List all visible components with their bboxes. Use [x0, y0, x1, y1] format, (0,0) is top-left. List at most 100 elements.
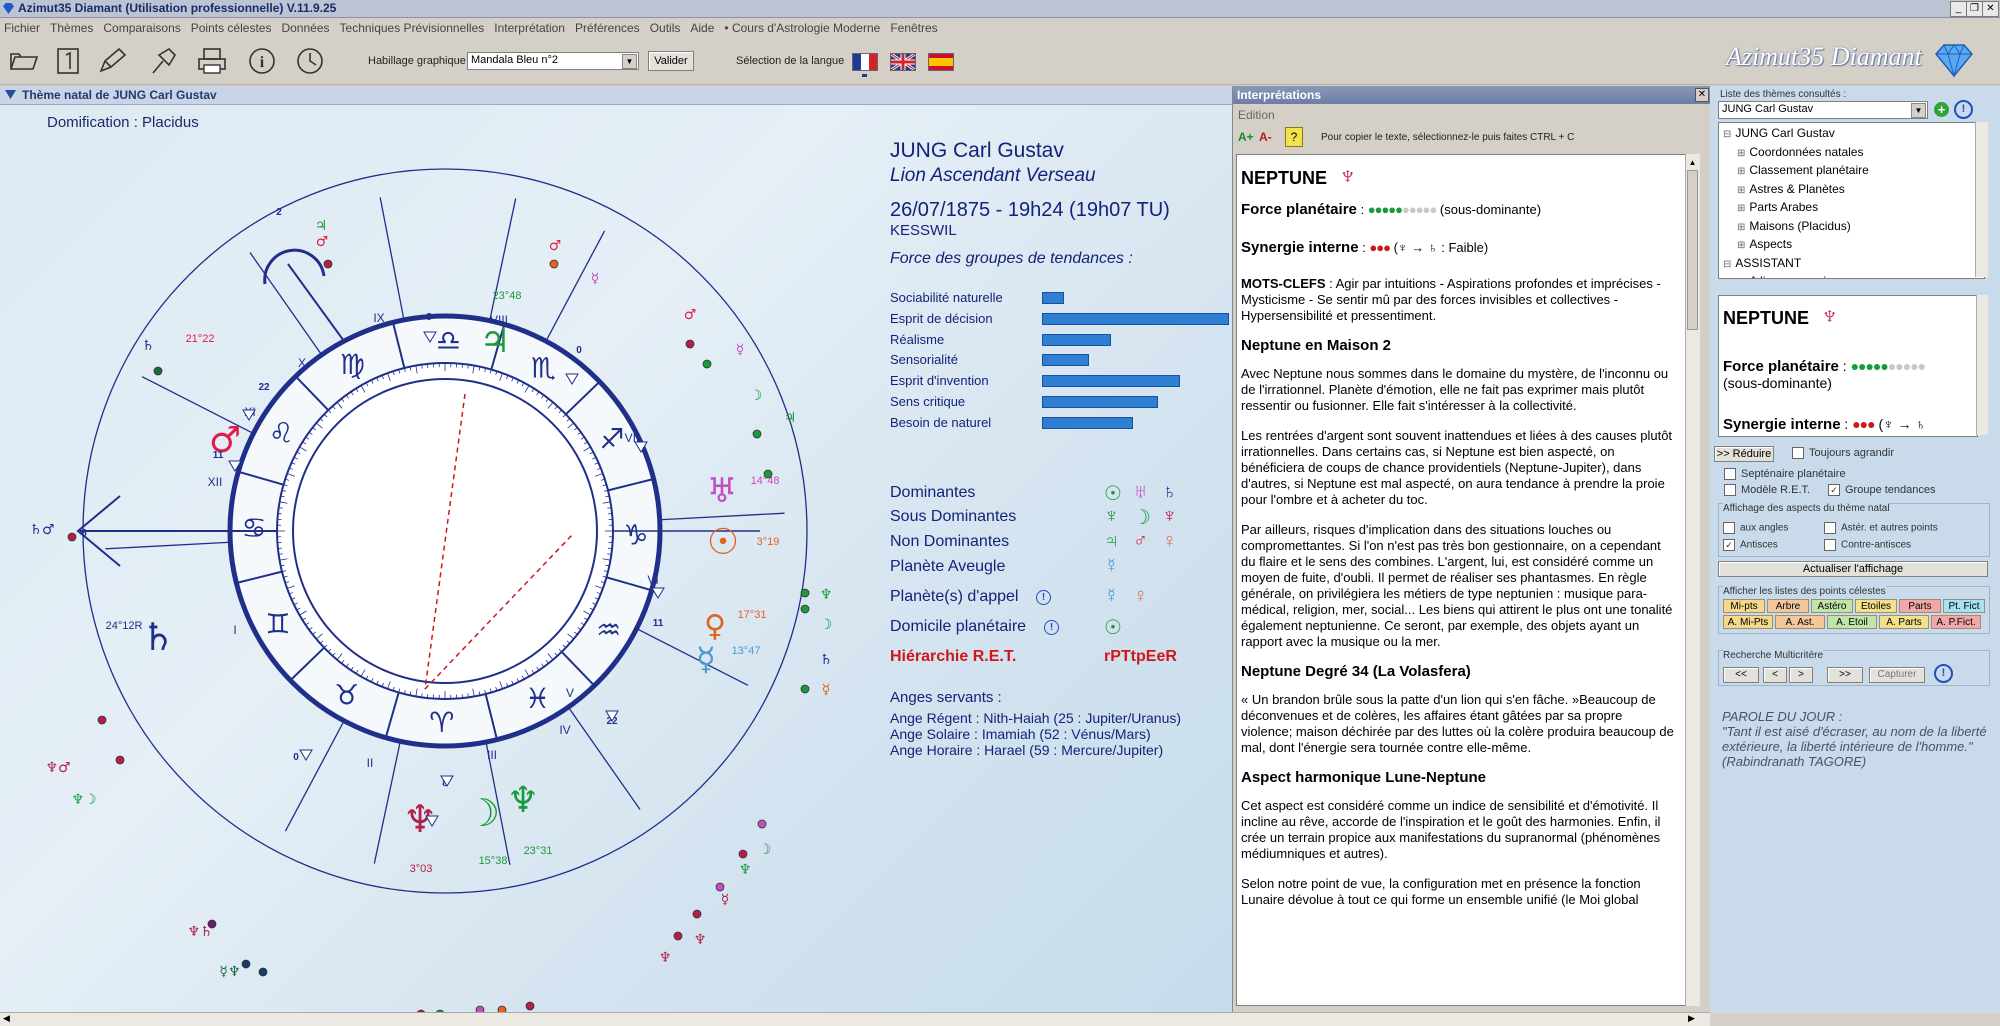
close-panel-icon[interactable]: ✕ — [1695, 88, 1709, 102]
valider-button[interactable]: Valider — [648, 51, 694, 71]
celestial-point-icon: ☿ — [736, 342, 745, 358]
septenaire-option[interactable]: Septénaire planétaire — [1724, 468, 1846, 480]
tree-item[interactable]: ⊞A lire en premier — [1723, 273, 1980, 279]
menu-themes[interactable]: Thèmes — [46, 18, 99, 37]
septenaire-checkbox[interactable] — [1724, 468, 1736, 480]
expand-node-icon[interactable]: ⊞ — [1737, 203, 1745, 214]
groupe-tendances-option[interactable]: ✓Groupe tendances — [1828, 484, 1936, 496]
aster-checkbox[interactable] — [1824, 522, 1836, 534]
help-icon[interactable]: ? — [1285, 127, 1303, 147]
flag-france-icon[interactable] — [852, 53, 878, 71]
menu-interpretation[interactable]: Interprétation — [490, 18, 571, 37]
reduire-button[interactable]: >> Réduire — [1714, 446, 1774, 462]
horizontal-scrollbar[interactable]: ◀ ▶ — [0, 1012, 1710, 1026]
menu-aide[interactable]: Aide — [686, 18, 720, 37]
flag-spain-icon[interactable] — [928, 53, 954, 71]
tree-scrollbar[interactable] — [1975, 122, 1988, 277]
collapse-node-icon[interactable]: ⊟ — [1723, 129, 1731, 140]
celestial-list-button[interactable]: Mi-pts — [1723, 599, 1765, 613]
font-increase-button[interactable]: A+ — [1238, 130, 1254, 144]
print-icon[interactable] — [196, 46, 228, 76]
aux-angles-checkbox[interactable] — [1723, 522, 1735, 534]
celestial-list-button[interactable]: A. P.Fict. — [1931, 615, 1981, 629]
open-folder-icon[interactable] — [8, 46, 40, 76]
tools-icon[interactable] — [148, 46, 180, 76]
edition-menu[interactable]: Edition — [1238, 108, 1275, 122]
groupe-tendances-checkbox[interactable]: ✓ — [1828, 484, 1840, 496]
aux-angles-option[interactable]: aux angles — [1723, 522, 1788, 534]
toujours-agrandir-option[interactable]: Toujours agrandir — [1792, 447, 1894, 459]
tree-item[interactable]: ⊟JUNG Carl Gustav — [1723, 125, 1980, 144]
close-icon[interactable]: ✕ — [1982, 1, 1999, 17]
celestial-list-button[interactable]: Parts — [1899, 599, 1941, 613]
menu-techniques[interactable]: Techniques Prévisionnelles — [336, 18, 491, 37]
astrological-wheel[interactable]: ♎♍♌♋♊♉♈♓♒♑♐♏IXVIIIXXIXIIVIIVIVIIIIIIIV♃♂… — [0, 104, 870, 1013]
aster-option[interactable]: Astér. et autres points — [1824, 522, 1938, 534]
celestial-list-button[interactable]: Pt. Fict — [1943, 599, 1985, 613]
mini-scrollbar[interactable] — [1976, 295, 1988, 435]
interp-scroll-thumb[interactable] — [1687, 170, 1698, 330]
info-theme-icon[interactable]: ! — [1954, 100, 1973, 119]
tree-item[interactable]: ⊞Parts Arabes — [1723, 199, 1980, 218]
menu-outils[interactable]: Outils — [646, 18, 687, 37]
tree-item[interactable]: ⊞Maisons (Placidus) — [1723, 218, 1980, 237]
menu-points-celestes[interactable]: Points célestes — [187, 18, 278, 37]
tree-item[interactable]: ⊞Coordonnées natales — [1723, 144, 1980, 163]
tree-item[interactable]: ⊟ASSISTANT — [1723, 255, 1980, 274]
prev-button[interactable]: < — [1763, 667, 1787, 683]
next-button[interactable]: > — [1789, 667, 1813, 683]
add-theme-icon[interactable]: + — [1934, 102, 1949, 117]
menu-preferences[interactable]: Préférences — [571, 18, 646, 37]
restore-icon[interactable]: ❐ — [1966, 1, 1983, 17]
recherche-info-icon[interactable]: ! — [1934, 664, 1953, 683]
theme-select[interactable]: JUNG Carl Gustav ▼ — [1718, 101, 1928, 119]
expand-node-icon[interactable]: ⊞ — [1737, 222, 1745, 233]
modele-ret-option[interactable]: Modèle R.E.T. — [1724, 484, 1810, 496]
last-button[interactable]: >> — [1827, 667, 1863, 683]
font-decrease-button[interactable]: A- — [1259, 130, 1272, 144]
summary-info-icon[interactable]: ! — [1036, 590, 1051, 605]
celestial-list-button[interactable]: Astéro — [1811, 599, 1853, 613]
first-button[interactable]: << — [1723, 667, 1759, 683]
summary-info-icon[interactable]: ! — [1044, 620, 1059, 635]
antisces-option[interactable]: ✓Antisces — [1723, 539, 1778, 551]
clock-icon[interactable] — [294, 46, 326, 76]
menu-fichier[interactable]: Fichier — [0, 18, 46, 37]
expand-node-icon[interactable]: ⊞ — [1737, 277, 1745, 279]
flag-uk-icon[interactable] — [890, 53, 916, 71]
celestial-list-button[interactable]: A. Mi-Pts — [1723, 615, 1773, 629]
expand-node-icon[interactable]: ⊞ — [1737, 166, 1745, 177]
celestial-list-button[interactable]: Etoiles — [1855, 599, 1897, 613]
menu-donnees[interactable]: Données — [277, 18, 335, 37]
theme-tree[interactable]: ⊟JUNG Carl Gustav⊞Coordonnées natales⊞Cl… — [1718, 122, 1985, 279]
tree-item[interactable]: ⊞Astres & Planètes — [1723, 181, 1980, 200]
interp-scrollbar[interactable]: ▲ — [1685, 154, 1700, 1006]
tree-item[interactable]: ⊞Classement planétaire — [1723, 162, 1980, 181]
celestial-list-button[interactable]: Arbre — [1767, 599, 1809, 613]
celestial-list-button[interactable]: A. Ast. — [1775, 615, 1825, 629]
tree-item[interactable]: ⊞Aspects — [1723, 236, 1980, 255]
new-theme-icon[interactable] — [52, 46, 84, 76]
collapse-node-icon[interactable]: ⊟ — [1723, 259, 1731, 270]
contre-antisces-checkbox[interactable] — [1824, 539, 1836, 551]
capturer-button[interactable]: Capturer — [1869, 667, 1925, 683]
expand-node-icon[interactable]: ⊞ — [1737, 185, 1745, 196]
modele-ret-checkbox[interactable] — [1724, 484, 1736, 496]
expand-node-icon[interactable]: ⊞ — [1737, 240, 1745, 251]
celestial-list-button[interactable]: A. Parts — [1879, 615, 1929, 629]
menu-cours[interactable]: • Cours d'Astrologie Moderne — [720, 18, 886, 37]
contre-antisces-option[interactable]: Contre-antisces — [1824, 539, 1911, 551]
edit-icon[interactable] — [96, 46, 128, 76]
collapse-icon[interactable] — [5, 90, 16, 100]
actualiser-button[interactable]: Actualiser l'affichage — [1718, 561, 1988, 577]
interpretation-text-area[interactable]: NEPTUNE ♆ Force planétaire : ●●●●●●●●●● … — [1236, 154, 1686, 1006]
antisces-checkbox[interactable]: ✓ — [1723, 539, 1735, 551]
habillage-select[interactable]: Mandala Bleu n°2 ▼ — [467, 52, 639, 70]
toujours-agrandir-checkbox[interactable] — [1792, 447, 1804, 459]
celestial-list-button[interactable]: A. Etoil — [1827, 615, 1877, 629]
menu-comparaisons[interactable]: Comparaisons — [99, 18, 186, 37]
minimize-icon[interactable]: _ — [1950, 1, 1967, 17]
info-icon[interactable]: i — [246, 46, 278, 76]
menu-fenetres[interactable]: Fenêtres — [886, 18, 943, 37]
expand-node-icon[interactable]: ⊞ — [1737, 148, 1745, 159]
